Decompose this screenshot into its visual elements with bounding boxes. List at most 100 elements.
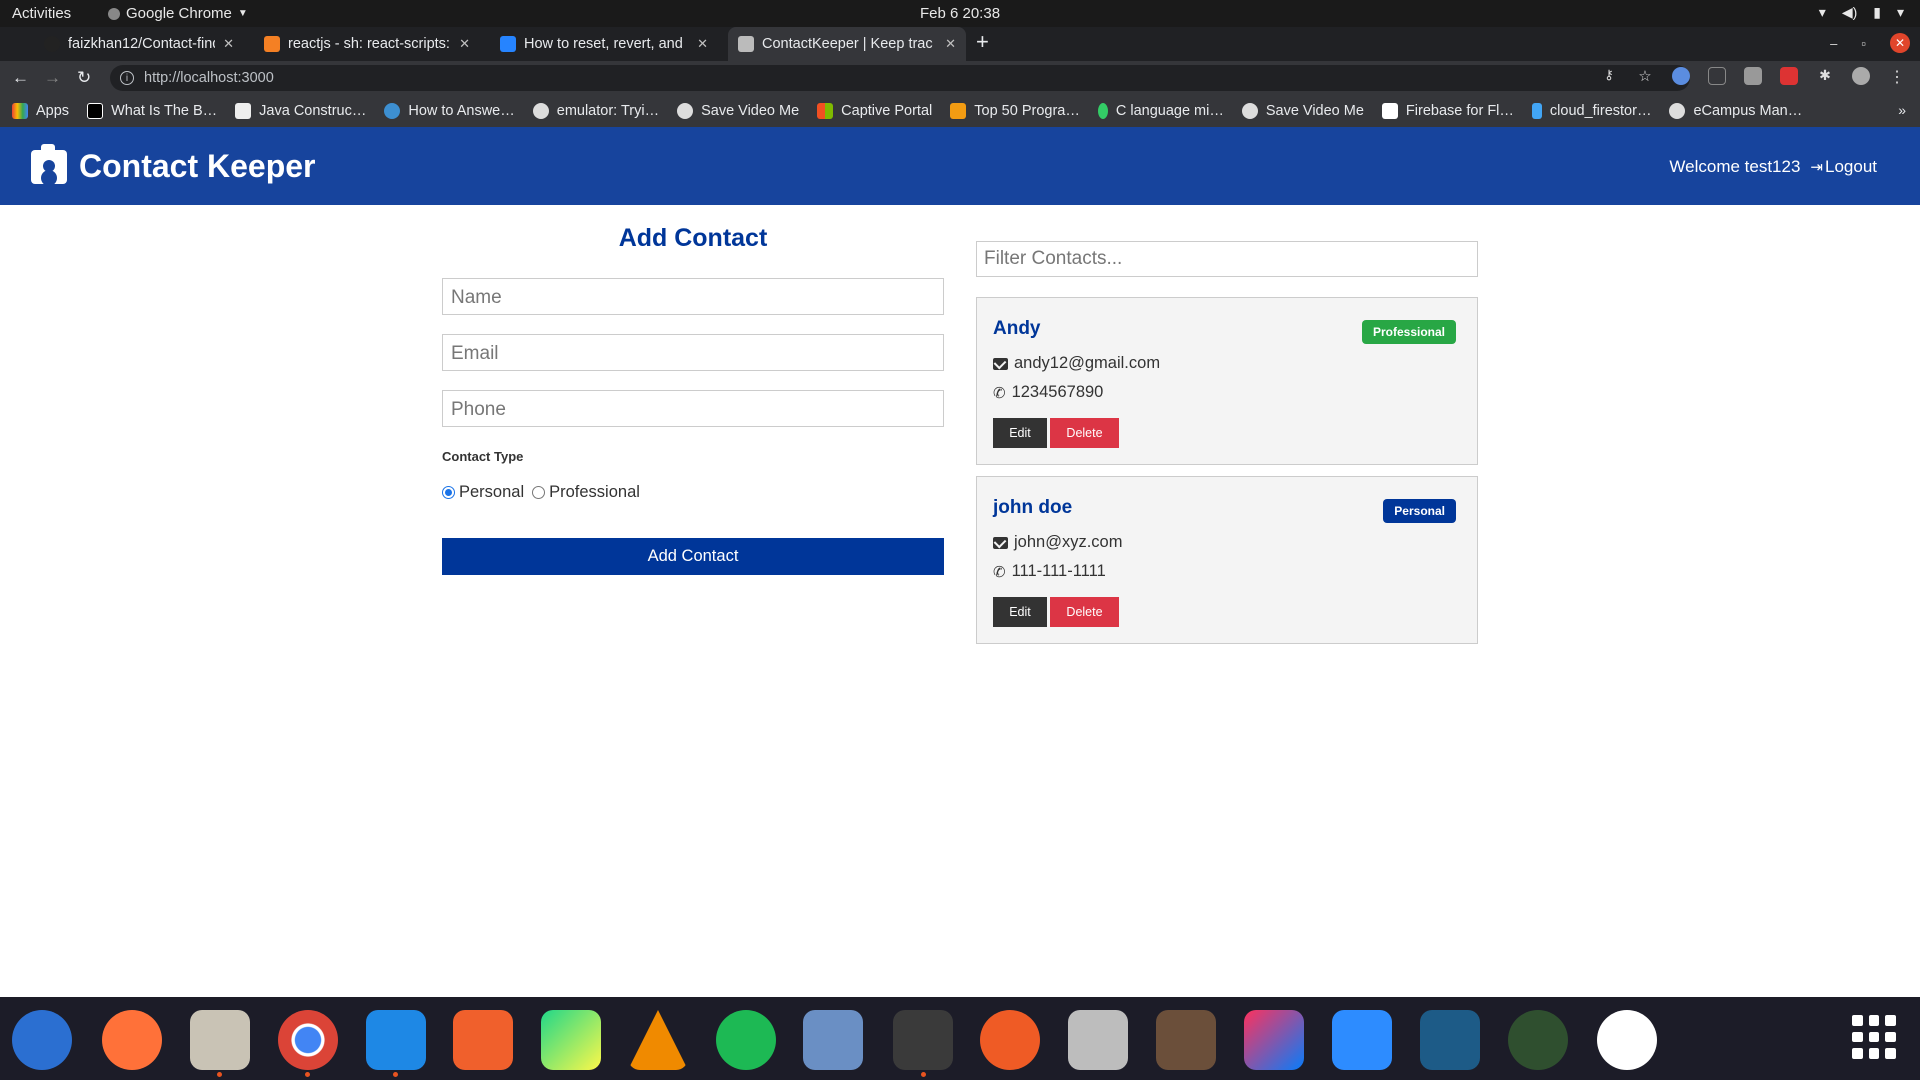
bookmark-item[interactable]: Save Video Me	[1241, 103, 1364, 119]
personal-radio[interactable]	[442, 486, 455, 499]
extension-icon-4[interactable]	[1780, 67, 1798, 85]
forward-arrow-icon[interactable]: →	[44, 68, 61, 88]
atlassian-icon	[500, 36, 516, 52]
pycharm-icon[interactable]	[541, 1010, 601, 1070]
files-icon[interactable]	[190, 1010, 250, 1070]
bookmark-item[interactable]: emulator: Tryi…	[532, 103, 659, 119]
puzzle-icon[interactable]: ✱	[1816, 67, 1834, 85]
software-center-icon[interactable]	[453, 1010, 513, 1070]
url-text: http://localhost:3000	[144, 70, 274, 86]
phone-input[interactable]: Phone	[442, 390, 944, 427]
delete-button[interactable]: Delete	[1050, 418, 1119, 448]
virtualbox-icon[interactable]	[803, 1010, 863, 1070]
extension-icon-2[interactable]	[1708, 67, 1726, 85]
maximize-icon[interactable]: ▫	[1861, 36, 1866, 51]
new-tab-button[interactable]: +	[976, 29, 989, 55]
address-bar[interactable]: i http://localhost:3000	[110, 65, 1690, 91]
globe-icon	[532, 103, 549, 119]
firebase-icon	[1381, 103, 1398, 119]
brand[interactable]: Contact Keeper	[31, 143, 316, 185]
filter-input[interactable]: Filter Contacts...	[976, 241, 1478, 277]
profile-avatar[interactable]	[1852, 67, 1870, 85]
contact-email: john@xyz.com	[993, 533, 1122, 552]
tab-stackoverflow[interactable]: reactjs - sh: react-scripts: ✕	[254, 27, 480, 61]
close-icon[interactable]: ✕	[223, 36, 234, 52]
contact-type-label: Contact Type	[442, 449, 524, 464]
bookmark-item[interactable]: eCampus Man…	[1669, 103, 1802, 119]
edit-button[interactable]: Edit	[993, 418, 1047, 448]
phone-icon: ✆	[993, 384, 1006, 402]
minimize-icon[interactable]: –	[1830, 36, 1837, 51]
mongodb-compass-icon[interactable]	[1597, 1010, 1657, 1070]
firefox-icon[interactable]	[102, 1010, 162, 1070]
bookmark-item[interactable]: What Is The B…	[87, 103, 217, 119]
info-icon[interactable]: i	[120, 71, 134, 85]
bookmark-label: Save Video Me	[701, 103, 800, 119]
extension-icon-3[interactable]	[1744, 67, 1762, 85]
key-icon[interactable]: ⚷	[1600, 67, 1618, 85]
globe-icon	[1241, 103, 1258, 119]
professional-radio-label: Professional	[549, 483, 640, 501]
add-contact-button[interactable]: Add Contact	[442, 538, 944, 575]
vscode-icon[interactable]	[366, 1010, 426, 1070]
database-icon[interactable]	[1068, 1010, 1128, 1070]
window-close-button[interactable]: ✕	[1890, 33, 1910, 53]
back-arrow-icon[interactable]: ←	[12, 68, 29, 88]
bookmark-item[interactable]: Firebase for Fl…	[1381, 103, 1514, 119]
personal-radio-label: Personal	[459, 483, 525, 501]
bookmark-label: What Is The B…	[111, 103, 218, 119]
close-icon[interactable]: ✕	[697, 36, 708, 52]
zoom-icon[interactable]	[1332, 1010, 1392, 1070]
bookmark-item[interactable]: cloud_firestor…	[1531, 103, 1652, 119]
chevron-right-icon[interactable]: »	[1898, 102, 1906, 118]
email-input[interactable]: Email	[442, 334, 944, 371]
mysql-workbench-icon[interactable]	[1420, 1010, 1480, 1070]
robo3t-icon[interactable]	[1508, 1010, 1568, 1070]
clock[interactable]: Feb 6 20:38	[0, 5, 1920, 22]
edit-button[interactable]: Edit	[993, 597, 1047, 627]
reload-icon[interactable]: ↻	[77, 68, 91, 88]
running-indicator	[921, 1072, 926, 1077]
contact-name: john doe	[993, 497, 1073, 518]
bookmark-item[interactable]: Java Construc…	[235, 103, 366, 119]
form-title: Add Contact	[618, 224, 768, 252]
tab-contactkeeper[interactable]: ContactKeeper | Keep trac ✕	[728, 27, 966, 61]
intellij-icon[interactable]	[1244, 1010, 1304, 1070]
chrome-icon[interactable]	[278, 1010, 338, 1070]
f-logo-icon	[87, 103, 104, 119]
extension-icon-1[interactable]	[1672, 67, 1690, 85]
bookmark-item[interactable]: Save Video Me	[677, 103, 799, 119]
bookmark-apps[interactable]: Apps	[12, 103, 69, 119]
bookmark-item[interactable]: How to Answe…	[384, 103, 515, 119]
name-input[interactable]: Name	[442, 278, 944, 315]
show-applications-icon[interactable]	[1852, 1015, 1896, 1059]
running-indicator	[217, 1072, 222, 1077]
bookmark-item[interactable]: Captive Portal	[817, 103, 932, 119]
contact-name: Andy	[993, 318, 1041, 339]
delete-button[interactable]: Delete	[1050, 597, 1119, 627]
bookmark-item[interactable]: Top 50 Progra…	[950, 103, 1080, 119]
pgadmin-icon[interactable]	[1156, 1010, 1216, 1070]
vlc-icon[interactable]	[628, 1010, 688, 1070]
professional-radio[interactable]	[532, 486, 546, 499]
close-icon[interactable]: ✕	[945, 36, 956, 52]
bookmark-item[interactable]: C language mi…	[1097, 103, 1224, 119]
star-icon[interactable]: ☆	[1636, 67, 1654, 85]
user-nav: Welcome test123 ⇥ Logout	[1669, 157, 1877, 177]
system-tray[interactable]: ▾ ◀) ▮ ▾	[1819, 4, 1904, 21]
terminal-icon[interactable]	[893, 1010, 953, 1070]
sign-out-icon: ⇥	[1810, 159, 1823, 176]
close-icon[interactable]: ✕	[459, 36, 470, 52]
envelope-icon	[993, 357, 1008, 370]
postman-icon[interactable]	[980, 1010, 1040, 1070]
thunderbird-icon[interactable]	[12, 1010, 72, 1070]
site-icon	[1097, 103, 1108, 119]
dock	[0, 997, 1920, 1080]
tab-atlassian[interactable]: How to reset, revert, and ✕	[490, 27, 718, 61]
logout-link[interactable]: ⇥ Logout	[1810, 157, 1877, 177]
menu-dots-icon[interactable]: ⋮	[1888, 67, 1906, 86]
bookmark-label: cloud_firestor…	[1549, 103, 1652, 119]
spotify-icon[interactable]	[716, 1010, 776, 1070]
contact-phone: ✆ 111-111-1111	[993, 562, 1106, 581]
tab-github[interactable]: faizkhan12/Contact-finde ✕	[34, 27, 244, 61]
